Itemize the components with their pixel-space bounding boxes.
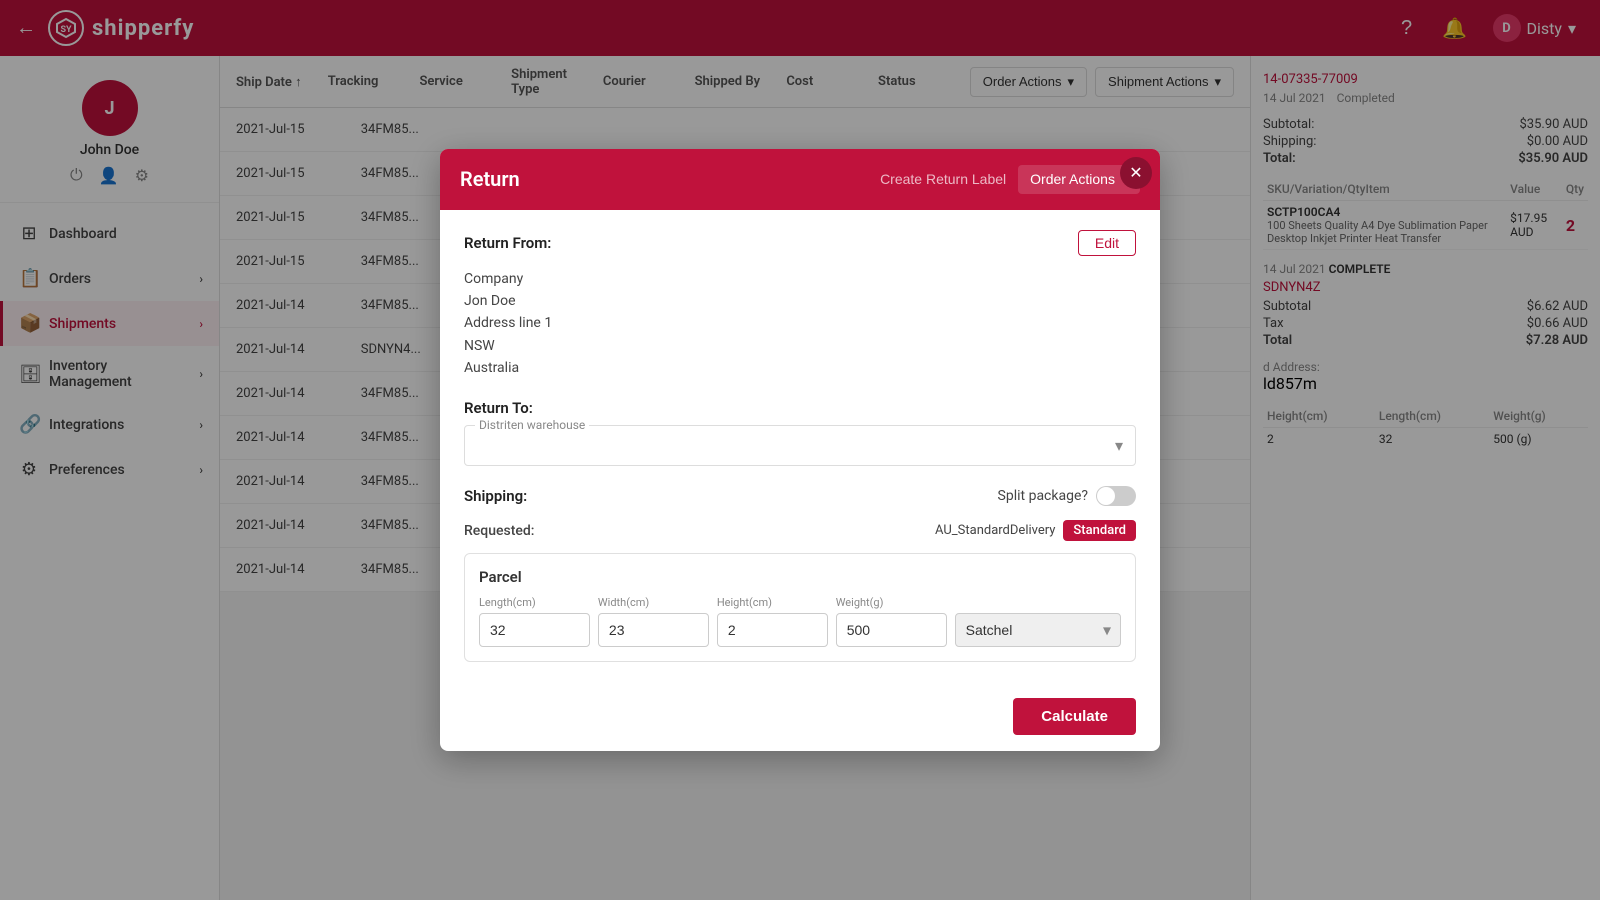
- standard-badge: Standard: [1063, 520, 1136, 541]
- split-package-row: Split package?: [998, 486, 1136, 506]
- width-input[interactable]: [598, 613, 709, 647]
- order-actions-dialog-label: Order Actions: [1030, 171, 1115, 187]
- split-package-toggle[interactable]: [1096, 486, 1136, 506]
- parcel-title: Parcel: [479, 568, 1121, 586]
- warehouse-dropdown[interactable]: Distriten warehouse ▾: [464, 425, 1136, 466]
- parcel-fields: Length(cm) Width(cm) Height(cm) Wei: [479, 596, 1121, 647]
- overlay-backdrop: Return Create Return Label Order Actions…: [0, 0, 1600, 900]
- split-package-label: Split package?: [998, 488, 1088, 504]
- warehouse-label: Distriten warehouse: [475, 418, 589, 432]
- height-label: Height(cm): [717, 596, 828, 609]
- return-dialog: Return Create Return Label Order Actions…: [440, 149, 1160, 752]
- length-field: Length(cm): [479, 596, 590, 647]
- requested-right: AU_StandardDelivery Standard: [935, 520, 1136, 541]
- width-field: Width(cm): [598, 596, 709, 647]
- address-line1: Address line 1: [464, 312, 1136, 334]
- create-return-label-button[interactable]: Create Return Label: [880, 171, 1006, 187]
- dialog-header: Return Create Return Label Order Actions…: [440, 149, 1160, 210]
- weight-label: Weight(g): [836, 596, 947, 609]
- weight-field: Weight(g): [836, 596, 947, 647]
- shipping-header: Shipping: Split package?: [464, 486, 1136, 506]
- return-to-label: Return To:: [464, 399, 1136, 417]
- address-state: NSW: [464, 335, 1136, 357]
- requested-label: Requested:: [464, 523, 534, 539]
- parcel-type-wrapper: Satchel Box Envelope Pallet ▾: [955, 613, 1121, 647]
- dialog-body: Return From: Edit Company Jon Doe Addres…: [440, 210, 1160, 683]
- service-name: AU_StandardDelivery: [935, 523, 1055, 538]
- parcel-type-select[interactable]: Satchel Box Envelope Pallet: [955, 613, 1121, 647]
- return-from-address: Company Jon Doe Address line 1 NSW Austr…: [464, 268, 1136, 380]
- address-name: Jon Doe: [464, 290, 1136, 312]
- length-label: Length(cm): [479, 596, 590, 609]
- close-dialog-button[interactable]: ✕: [1120, 157, 1152, 189]
- weight-input[interactable]: [836, 613, 947, 647]
- return-to-section: Return To: Distriten warehouse ▾: [464, 399, 1136, 466]
- shipping-label: Shipping:: [464, 487, 527, 505]
- dialog-footer: Calculate: [440, 682, 1160, 751]
- length-input[interactable]: [479, 613, 590, 647]
- dialog-title: Return: [460, 167, 520, 191]
- requested-row: Requested: AU_StandardDelivery Standard: [464, 520, 1136, 541]
- address-country: Australia: [464, 357, 1136, 379]
- address-company: Company: [464, 268, 1136, 290]
- height-input[interactable]: [717, 613, 828, 647]
- width-label: Width(cm): [598, 596, 709, 609]
- height-field: Height(cm): [717, 596, 828, 647]
- return-from-label: Return From:: [464, 234, 551, 252]
- parcel-box: Parcel Length(cm) Width(cm) Height(cm): [464, 553, 1136, 662]
- warehouse-chevron-icon: ▾: [1115, 436, 1123, 455]
- dialog-header-actions: Create Return Label Order Actions ▾: [880, 165, 1140, 194]
- toggle-knob: [1097, 487, 1115, 505]
- shipping-section: Shipping: Split package? Requested: AU_S…: [464, 486, 1136, 662]
- return-from-header: Return From: Edit: [464, 230, 1136, 256]
- edit-return-from-button[interactable]: Edit: [1078, 230, 1136, 256]
- calculate-button[interactable]: Calculate: [1013, 698, 1136, 735]
